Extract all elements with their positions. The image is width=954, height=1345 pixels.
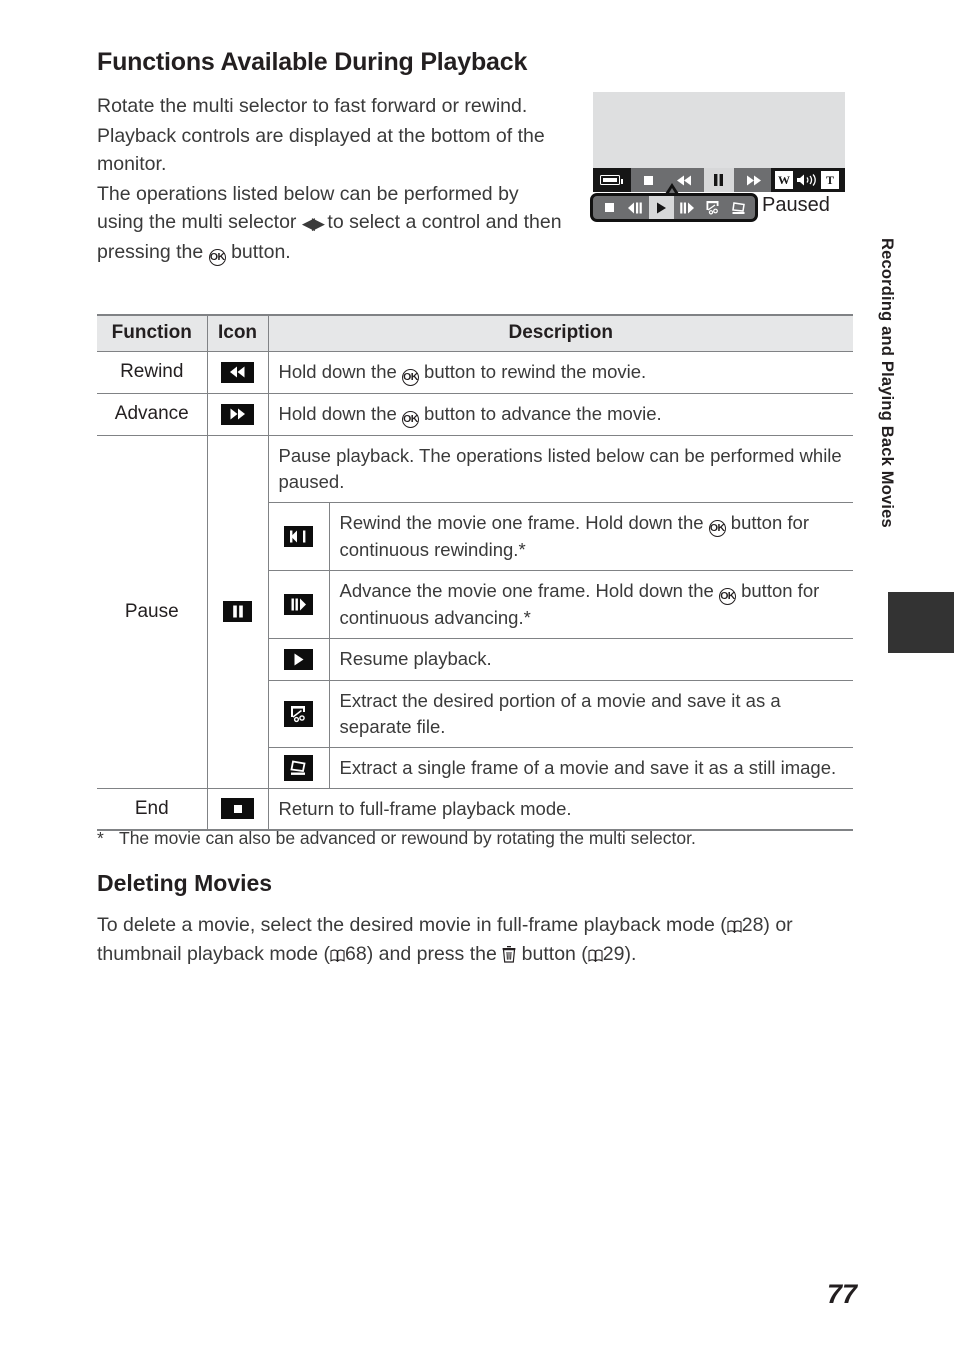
multi-selector-left-right-icon: ◀▶: [301, 214, 325, 233]
intro-p2-text: Playback controls are displayed at the b…: [97, 125, 545, 175]
reference-book-icon: [727, 920, 742, 933]
reference-page-29: 29: [602, 943, 625, 965]
movie-edit-icon[interactable]: [701, 196, 726, 219]
table-header-row: Function Icon Description: [97, 315, 853, 351]
paused-caption: Paused: [762, 194, 830, 216]
body2-text-d: button (: [516, 943, 588, 965]
subrow-description: Rewind the movie one frame. Hold down th…: [329, 502, 853, 570]
ok-button-icon: OK: [401, 410, 419, 428]
frame-extract-icon: [268, 747, 330, 788]
row-description-a: Hold down the: [278, 360, 402, 382]
pause-icon: [207, 435, 269, 788]
monitor-playback-controls: [631, 168, 771, 192]
frame-advance-icon: [268, 570, 330, 638]
telephoto-t-icon: T: [821, 171, 839, 189]
intro-paragraph-3: The operations listed below can be perfo…: [97, 180, 567, 266]
speaker-icon: [797, 174, 816, 186]
movie-edit-icon: [268, 680, 330, 747]
footnote-text: The movie can also be advanced or rewoun…: [119, 828, 696, 848]
chapter-side-tab-mark: [888, 592, 954, 653]
stop-icon[interactable]: [597, 196, 622, 219]
camera-monitor-illustration: W T: [593, 92, 845, 192]
row-description-b: button to rewind the movie.: [418, 360, 647, 382]
play-icon[interactable]: [648, 196, 674, 219]
functions-table: Function Icon Description Rewind Hold do…: [97, 314, 853, 831]
body2-text-c: ) and press the: [366, 943, 503, 965]
stop-icon[interactable]: [634, 168, 664, 192]
footnote: * The movie can also be advanced or rewo…: [97, 828, 857, 849]
stop-icon: [207, 788, 269, 830]
column-header-icon: Icon: [207, 315, 269, 351]
body2-text-e: ).: [624, 943, 637, 965]
pause-lead-description: Pause playback. The operations listed be…: [278, 444, 842, 492]
intro-p3-text-c: button.: [225, 241, 291, 263]
reference-book-icon: [588, 949, 603, 962]
frame-rewind-icon: [268, 502, 330, 570]
table-row: End Return to full-frame playback mode.: [97, 788, 853, 830]
subrow-description: Resume playback.: [339, 648, 492, 669]
ok-button-icon: OK: [401, 368, 419, 386]
column-header-description: Description: [508, 322, 614, 344]
subrow-description-a: Advance the movie one frame. Hold down t…: [339, 579, 719, 601]
ok-button-icon: OK: [208, 249, 226, 266]
page-title: Functions Available During Playback: [97, 48, 528, 76]
ok-button-icon: OK: [708, 519, 726, 537]
chapter-side-tab-label: Recording and Playing Back Movies: [878, 238, 896, 528]
subrow-description-a: Rewind the movie one frame. Hold down th…: [339, 511, 709, 533]
subrow-description: Extract the desired portion of a movie a…: [339, 689, 781, 737]
pause-icon[interactable]: [703, 168, 734, 192]
table-row-pause-lead: Pause Pause playback. The operations lis…: [97, 435, 853, 788]
advance-icon: [207, 393, 269, 435]
zoom-volume-indicator: W T: [775, 171, 839, 189]
rewind-icon: [207, 351, 269, 393]
section-heading-deleting-movies: Deleting Movies: [97, 870, 273, 896]
wide-angle-w-icon: W: [775, 171, 793, 189]
intro-text-block: Rotate the multi selector to fast forwar…: [97, 92, 567, 268]
play-icon: [268, 638, 330, 680]
row-function-label: Advance: [97, 393, 208, 435]
row-function-label: Rewind: [97, 351, 208, 393]
body2-text-a: To delete a movie, select the desired mo…: [97, 914, 727, 936]
table-row: Advance Hold down the OK button to advan…: [97, 393, 853, 435]
monitor-control-bar: W T: [593, 168, 845, 192]
frame-advance-icon[interactable]: [675, 196, 700, 219]
battery-icon: [600, 175, 623, 185]
ok-button-icon: OK: [718, 587, 736, 605]
intro-paragraph-1: Rotate the multi selector to fast forwar…: [97, 92, 567, 120]
row-description: Hold down the OK button to advance the m…: [268, 393, 853, 435]
frame-rewind-icon[interactable]: [623, 196, 648, 219]
intro-paragraph-2: Playback controls are displayed at the b…: [97, 122, 567, 178]
row-description-b: button to advance the movie.: [418, 402, 662, 424]
delete-button-icon: [502, 943, 516, 963]
row-function-label: End: [97, 788, 208, 830]
table-row: Rewind Hold down the OK button to rewind…: [97, 351, 853, 393]
manual-page: Functions Available During Playback Rota…: [0, 0, 954, 1345]
row-description-a: Hold down the: [278, 402, 402, 424]
intro-p1-text: Rotate the multi selector to fast forwar…: [97, 95, 528, 117]
reference-book-icon: [330, 949, 345, 962]
row-description: Hold down the OK button to rewind the mo…: [268, 351, 853, 393]
advance-icon[interactable]: [739, 168, 769, 192]
paused-controls-callout: [590, 193, 758, 222]
row-description: Return to full-frame playback mode.: [278, 797, 572, 819]
reference-page-28: 28: [741, 914, 764, 936]
column-header-function: Function: [97, 315, 208, 351]
reference-page-68: 68: [345, 943, 367, 965]
page-number: 77: [826, 1279, 857, 1309]
row-function-label: Pause: [97, 435, 208, 788]
subrow-description: Extract a single frame of a movie and sa…: [339, 756, 837, 778]
footnote-marker: *: [97, 828, 104, 848]
frame-extract-icon[interactable]: [727, 196, 752, 219]
subrow-description: Advance the movie one frame. Hold down t…: [329, 570, 853, 638]
deleting-movies-body: To delete a movie, select the desired mo…: [97, 911, 849, 969]
